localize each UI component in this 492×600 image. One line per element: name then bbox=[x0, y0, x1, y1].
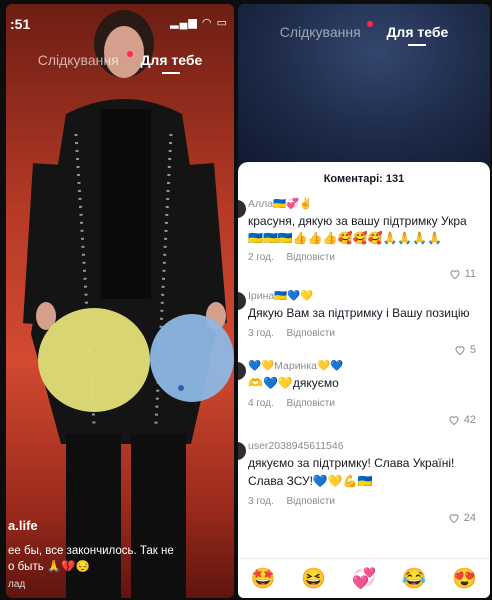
reply-button[interactable]: Відповісти bbox=[287, 252, 335, 263]
comment-meta: 3 год. Відповісти 24 bbox=[248, 494, 490, 524]
notification-dot bbox=[126, 51, 133, 57]
like-count: 11 bbox=[464, 268, 476, 280]
performer-figure bbox=[23, 10, 234, 598]
comment-item: user2038945611546 дякуємо за підтримку! … bbox=[238, 438, 490, 534]
comment-username[interactable]: 💙💛Маринка💛💙 bbox=[248, 358, 490, 374]
tab-following[interactable]: Слідкування bbox=[38, 52, 119, 68]
comments-panel-right: Слідкування Для тебе Коментарі: 131 Алла… bbox=[238, 4, 490, 598]
comment-age: 2 год. bbox=[248, 252, 274, 263]
video-caption-line2: о быть 🙏💔😔 bbox=[8, 561, 90, 573]
comment-age: 3 год. bbox=[248, 328, 274, 339]
comment-username[interactable]: Ірина🇺🇦💙💛 bbox=[248, 288, 490, 304]
comment-item: Алла🇺🇦💞✌️ красуня, дякую за вашу підтрим… bbox=[238, 196, 490, 288]
comments-count: Коментарі: 131 bbox=[323, 173, 405, 185]
emoji-button[interactable]: 😂 bbox=[402, 566, 427, 591]
like-count: 24 bbox=[463, 512, 476, 524]
avatar[interactable] bbox=[238, 200, 246, 218]
emoji-button[interactable]: 🤩 bbox=[251, 566, 276, 591]
tab-for-you[interactable]: Для тебе bbox=[140, 52, 202, 68]
comment-meta: 4 год. Відповісти 42 bbox=[248, 396, 490, 426]
comment-meta: 3 год. Відповісти 5 bbox=[248, 326, 490, 356]
heart-icon bbox=[455, 346, 465, 356]
heart-icon bbox=[450, 270, 460, 280]
comment-text: красуня, дякую за вашу підтримку Укра bbox=[248, 214, 467, 228]
avatar[interactable] bbox=[238, 442, 246, 460]
like-button[interactable]: 24 bbox=[448, 510, 476, 526]
avatar[interactable] bbox=[238, 292, 246, 310]
avatar[interactable] bbox=[238, 362, 246, 380]
heart-icon bbox=[449, 514, 459, 524]
comment-item: Ірина🇺🇦💙💛 Дякую Вам за підтримку і Вашу … bbox=[238, 288, 490, 358]
comment-age: 3 год. bbox=[248, 496, 274, 507]
translation-label[interactable]: лад bbox=[8, 579, 228, 590]
reply-button[interactable]: Відповісти bbox=[287, 496, 335, 507]
comment-meta: 2 год. Відповісти 11 bbox=[248, 250, 490, 280]
status-time: :51 bbox=[10, 16, 31, 32]
emoji-button[interactable]: 😍 bbox=[452, 566, 477, 591]
like-count: 42 bbox=[463, 414, 476, 426]
feed-tabs: Слідкування Для тебе bbox=[6, 51, 234, 68]
comment-emojis: 🇺🇦🇺🇦🇺🇦👍👍👍🥰🥰🥰🙏🙏🙏🙏 bbox=[248, 231, 443, 245]
like-button[interactable]: 42 bbox=[448, 412, 476, 428]
comment-age: 4 год. bbox=[248, 398, 274, 409]
status-icons: ▂▄▆ ◠ ▭ bbox=[170, 16, 228, 29]
comment-text-line2: Слава ЗСУ!💙💛💪🇺🇦 bbox=[248, 474, 373, 488]
like-count: 5 bbox=[469, 344, 476, 356]
reply-button[interactable]: Відповісти bbox=[287, 328, 335, 339]
comment-text: Дякую Вам за підтримку і Вашу позицію bbox=[248, 306, 470, 320]
heart-icon bbox=[449, 416, 459, 426]
tab-following-right[interactable]: Слідкування bbox=[280, 24, 361, 40]
comment-text: 🫶💙💛дякуємо bbox=[248, 376, 339, 390]
wifi-icon: ◠ bbox=[201, 17, 213, 29]
video-author[interactable]: a.life bbox=[8, 518, 228, 533]
emoji-button[interactable]: 💞 bbox=[352, 566, 377, 591]
signal-icon: ▂▄▆ bbox=[170, 17, 198, 29]
video-info: a.life ее бы, все закончилось. Так не о … bbox=[8, 518, 228, 590]
like-button[interactable]: 11 bbox=[449, 266, 476, 282]
reply-button[interactable]: Відповісти bbox=[287, 398, 335, 409]
comments-sheet: Коментарі: 131 Алла🇺🇦💞✌️ красуня, дякую … bbox=[238, 162, 490, 598]
feed-tabs-right: Слідкування Для тебе bbox=[238, 21, 490, 40]
video-caption: ее бы, все закончилось. Так не bbox=[8, 545, 174, 557]
tab-for-you-right[interactable]: Для тебе bbox=[386, 24, 448, 40]
notification-dot-right bbox=[366, 21, 373, 27]
comment-username[interactable]: user2038945611546 bbox=[248, 438, 490, 454]
comment-username[interactable]: Алла🇺🇦💞✌️ bbox=[248, 196, 490, 212]
video-panel-left[interactable]: :51 ▂▄▆ ◠ ▭ Слідкування Для тебе a.life … bbox=[6, 4, 234, 598]
like-button[interactable]: 5 bbox=[454, 342, 476, 358]
emoji-button[interactable]: 😆 bbox=[301, 566, 326, 591]
battery-icon: ▭ bbox=[216, 17, 228, 29]
comment-item: 💙💛Маринка💛💙 🫶💙💛дякуємо 4 год. Відповісти… bbox=[238, 358, 490, 438]
quick-emoji-bar: 🤩 😆 💞 😂 😍 bbox=[238, 558, 490, 598]
comment-text: дякуємо за підтримку! Слава Україні! bbox=[248, 456, 455, 470]
